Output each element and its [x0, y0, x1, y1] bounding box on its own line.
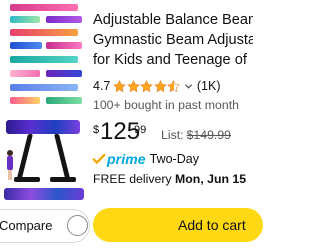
- delivery-info: FREE delivery Mon, Jun 15: [93, 172, 246, 186]
- price-currency: $: [93, 124, 100, 136]
- star-icon: [127, 79, 140, 92]
- title-line-3: for Kids and Teenage of: [93, 51, 247, 68]
- add-to-cart-button[interactable]: Add to cart: [93, 208, 263, 242]
- beam-image-5: [10, 42, 42, 49]
- beam-image-11: [10, 97, 40, 104]
- star-icon: [140, 79, 154, 92]
- compare-label: Compare: [0, 218, 53, 233]
- star-icon: [113, 79, 127, 92]
- list-price: List: $149.99: [161, 128, 231, 142]
- rating-row[interactable]: 4.7 (1K): [93, 78, 221, 94]
- compare-toggle[interactable]: Compare: [0, 209, 90, 243]
- beam-image-2: [46, 16, 82, 23]
- star-rating[interactable]: [113, 79, 181, 93]
- product-title[interactable]: Adjustable Balance Beam Gymnastic Beam A…: [93, 11, 253, 70]
- star-icon: [154, 79, 167, 92]
- beam-image-9: [46, 70, 82, 77]
- price-fraction: 99: [134, 124, 147, 136]
- beam-image-1: [10, 4, 78, 11]
- prime-shipping: Two-Day: [149, 152, 199, 166]
- product-card[interactable]: Compare Adjustable Balance Beam Gymnasti…: [0, 0, 263, 250]
- delivery-date: Mon, Jun 15: [175, 172, 247, 186]
- beam-image-10: [10, 84, 78, 91]
- prime-badge: prime Two-Day: [92, 150, 199, 168]
- balance-beam-main: [6, 120, 80, 134]
- chevron-down-icon[interactable]: [184, 82, 193, 91]
- review-count[interactable]: (1K): [197, 79, 221, 93]
- compare-checkbox[interactable]: [67, 215, 88, 236]
- title-line-1: Adjustable Balance Beam: [93, 12, 253, 28]
- beam-image-4: [10, 29, 78, 36]
- beam-legs: [12, 134, 76, 182]
- delivery-prefix: FREE delivery: [93, 172, 172, 186]
- beam-image-3: [10, 16, 40, 23]
- product-image[interactable]: [0, 0, 88, 208]
- list-price-label: List:: [161, 128, 184, 142]
- prime-logo: prime: [107, 151, 146, 167]
- star-half-icon: [167, 79, 181, 92]
- beam-image-7: [10, 56, 78, 63]
- prime-check-icon: [92, 153, 106, 164]
- beam-image-12: [46, 97, 82, 104]
- list-price-value: $149.99: [186, 128, 232, 142]
- title-line-2: Gymnastic Beam Adjustab: [93, 31, 253, 48]
- rating-value: 4.7: [93, 79, 111, 93]
- beam-image-6: [46, 42, 82, 49]
- balance-beam-bottom: [4, 188, 84, 200]
- gymnast-figure: [4, 150, 16, 180]
- beam-image-8: [10, 70, 40, 77]
- add-to-cart-label: Add to cart: [178, 217, 246, 233]
- bought-count: 100+ bought in past month: [93, 98, 239, 112]
